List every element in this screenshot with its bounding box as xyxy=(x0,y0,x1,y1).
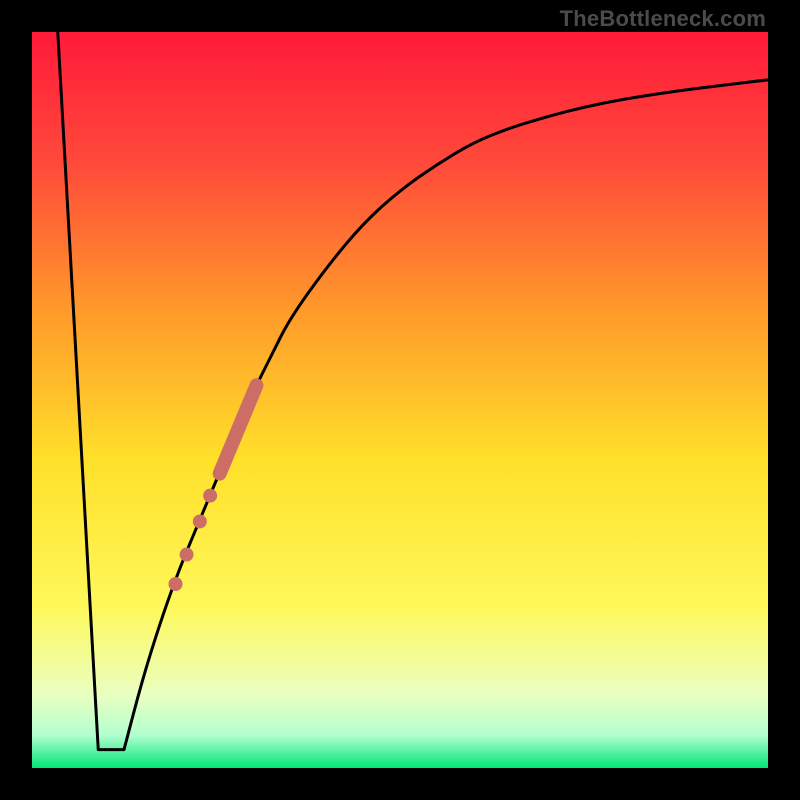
gradient-background xyxy=(32,32,768,768)
bottleneck-chart xyxy=(32,32,768,768)
dot-3 xyxy=(180,548,194,562)
plot-area xyxy=(32,32,768,768)
dot-4 xyxy=(169,577,183,591)
dot-2 xyxy=(193,514,207,528)
watermark-text: TheBottleneck.com xyxy=(560,6,766,32)
dot-1 xyxy=(203,489,217,503)
chart-frame: TheBottleneck.com xyxy=(0,0,800,800)
